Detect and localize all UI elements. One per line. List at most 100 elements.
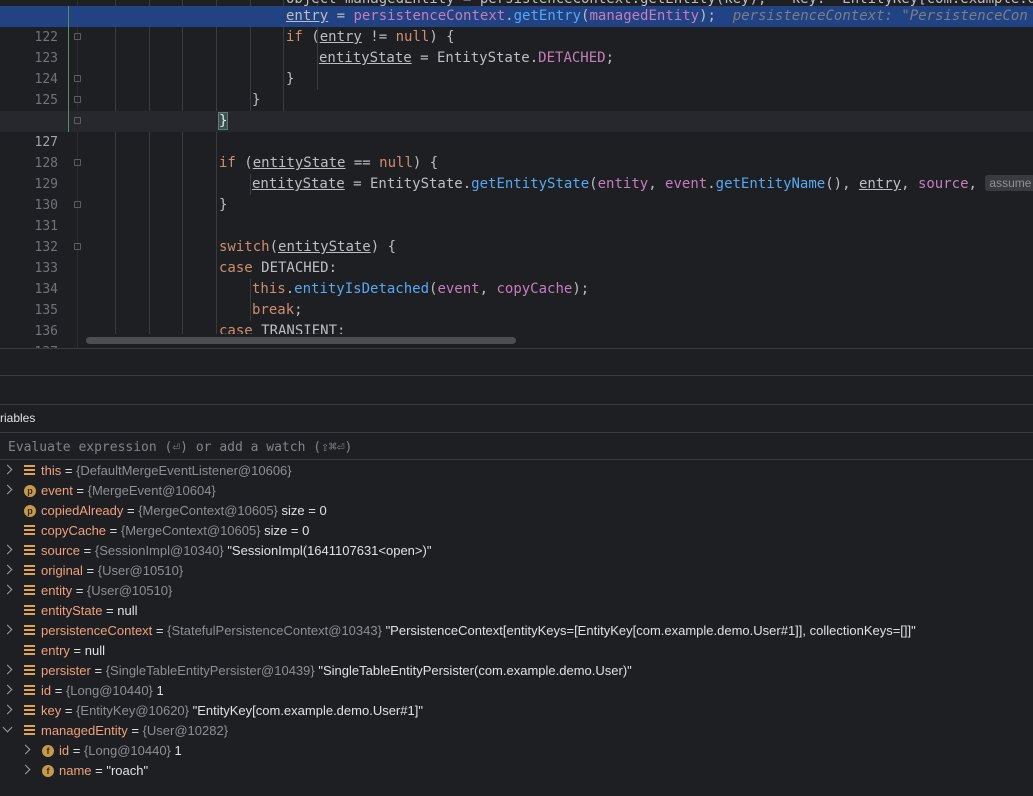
- variable-type: {SessionImpl@10340}: [94, 543, 228, 558]
- parameter-icon: p: [24, 485, 36, 497]
- variable-value: "SessionImpl(1641107631<open>)": [227, 543, 432, 558]
- code-line-selected: 122 entry = persistenceContext.getEntry(…: [0, 6, 1033, 45]
- code-line: 135 this.entityIsDetached(event, copyCac…: [0, 279, 1033, 318]
- horizontal-scrollbar[interactable]: [78, 334, 1033, 348]
- variable-type: {User@10282}: [142, 723, 229, 738]
- code-line: 130 entityState = EntityState.getEntityS…: [0, 174, 1033, 213]
- variable-name: copyCache: [41, 523, 107, 538]
- code-editor[interactable]: Object managedEntity = persistenceContex…: [0, 0, 1033, 348]
- chevron-right-icon[interactable]: [2, 684, 13, 695]
- variable-type: {SingleTableEntityPersister@10439}: [105, 663, 319, 678]
- fold-marker-icon[interactable]: [74, 96, 81, 103]
- chevron-right-icon[interactable]: [20, 764, 31, 775]
- variable-icon: [24, 465, 35, 476]
- variable-icon: [24, 725, 35, 736]
- variable-name: key: [41, 703, 62, 718]
- code-line: 133 switch(entityState) {: [0, 237, 1033, 276]
- variable-row[interactable]: entityState = null: [0, 601, 1033, 621]
- variable-icon: [24, 645, 35, 656]
- variable-value: null: [84, 643, 105, 658]
- variable-name: id: [41, 683, 52, 698]
- code-line: 131 }: [0, 195, 1033, 234]
- variable-row[interactable]: copyCache = {MergeContext@10605} size = …: [0, 521, 1033, 541]
- variable-type: {Long@10440}: [83, 743, 175, 758]
- code-line: 132: [0, 216, 1033, 255]
- chevron-down-icon[interactable]: [2, 722, 13, 733]
- variables-panel-header: riables: [0, 404, 1033, 431]
- variable-name: managedEntity: [41, 723, 128, 738]
- variable-row[interactable]: this = {DefaultMergeEventListener@10606}: [0, 461, 1033, 481]
- variable-row[interactable]: persistenceContext = {StatefulPersistenc…: [0, 621, 1033, 641]
- variable-icon: [24, 705, 35, 716]
- variable-row[interactable]: p copiedAlready = {MergeContext@10605} si…: [0, 501, 1033, 521]
- change-marker: [68, 27, 69, 48]
- fold-marker-icon[interactable]: [74, 33, 81, 40]
- variable-row[interactable]: id = {Long@10440} 1: [0, 681, 1033, 701]
- variable-name: name: [59, 763, 92, 778]
- variable-type: {EntityKey@10620}: [76, 703, 193, 718]
- chevron-right-icon[interactable]: [2, 584, 13, 595]
- variable-row[interactable]: p event = {MergeEvent@10604}: [0, 481, 1033, 501]
- variable-type: {User@10510}: [97, 563, 184, 578]
- variable-row[interactable]: f id = {Long@10440} 1: [0, 741, 1033, 761]
- fold-marker-icon[interactable]: [74, 243, 81, 250]
- variable-value: size = 0: [281, 503, 327, 518]
- inline-debug-value: persistenceContext: "PersistenceCon: [732, 8, 1028, 24]
- chevron-right-icon[interactable]: [2, 464, 13, 475]
- variable-icon: [24, 685, 35, 696]
- debug-toolbar-area: [0, 349, 1033, 375]
- code-line: 128: [0, 132, 1033, 171]
- variable-row[interactable]: f name = "roach": [0, 761, 1033, 781]
- field-icon: f: [42, 745, 54, 757]
- variable-value: "SingleTableEntityPersister(com.example.…: [318, 663, 632, 678]
- scrollbar-thumb[interactable]: [86, 337, 516, 344]
- change-marker: [68, 111, 69, 132]
- chevron-right-icon[interactable]: [2, 544, 13, 555]
- chevron-right-icon[interactable]: [2, 564, 13, 575]
- code-line: 129 if (entityState == null) {: [0, 153, 1033, 192]
- variable-name: persistenceContext: [41, 623, 153, 638]
- code-line: 125 }: [0, 69, 1033, 108]
- variable-row[interactable]: managedEntity = {User@10282}: [0, 721, 1033, 741]
- variable-icon: [24, 545, 35, 556]
- variable-type: {Long@10440}: [65, 683, 157, 698]
- variable-name: id: [59, 743, 70, 758]
- variable-name: event: [41, 483, 73, 498]
- code-line: 123 if (entry != null) {: [0, 27, 1033, 66]
- variable-value: "roach": [106, 763, 149, 778]
- chevron-right-icon[interactable]: [2, 664, 13, 675]
- change-marker: [68, 90, 69, 111]
- evaluate-expression-input[interactable]: [6, 437, 1010, 457]
- variable-row[interactable]: key = {EntityKey@10620} "EntityKey[com.e…: [0, 701, 1033, 721]
- variable-type: {DefaultMergeEventListener@10606}: [76, 463, 292, 478]
- fold-marker-icon[interactable]: [74, 117, 81, 124]
- variable-icon: [24, 625, 35, 636]
- variable-row[interactable]: entry = null: [0, 641, 1033, 661]
- variable-value: 1: [156, 683, 164, 698]
- chevron-right-icon[interactable]: [2, 624, 13, 635]
- fold-marker-icon[interactable]: [74, 159, 81, 166]
- variable-name: source: [41, 543, 81, 558]
- fold-marker-icon[interactable]: [74, 201, 81, 208]
- parameter-hint: assume: [985, 175, 1033, 191]
- variable-value: "PersistenceContext[entityKeys=[EntityKe…: [385, 623, 916, 638]
- variable-type: {MergeContext@10605}: [138, 503, 282, 518]
- variable-row[interactable]: entity = {User@10510}: [0, 581, 1033, 601]
- chevron-right-icon[interactable]: [2, 704, 13, 715]
- divider: [0, 375, 1033, 376]
- variable-row[interactable]: persister = {SingleTableEntityPersister@…: [0, 661, 1033, 681]
- change-marker: [68, 6, 69, 27]
- variable-row[interactable]: source = {SessionImpl@10340} "SessionImp…: [0, 541, 1033, 561]
- code-line: 126 }: [0, 90, 1033, 129]
- code-line: 134 case DETACHED:: [0, 258, 1033, 297]
- variable-row[interactable]: original = {User@10510}: [0, 561, 1033, 581]
- parameter-icon: p: [24, 505, 36, 517]
- variable-name: entity: [41, 583, 73, 598]
- variable-icon: [24, 565, 35, 576]
- code-line-current: 127 }: [0, 111, 1033, 150]
- variable-name: entry: [41, 643, 70, 658]
- chevron-right-icon[interactable]: [2, 484, 13, 495]
- fold-marker-icon[interactable]: [74, 75, 81, 82]
- chevron-right-icon[interactable]: [20, 744, 31, 755]
- change-marker: [68, 69, 69, 90]
